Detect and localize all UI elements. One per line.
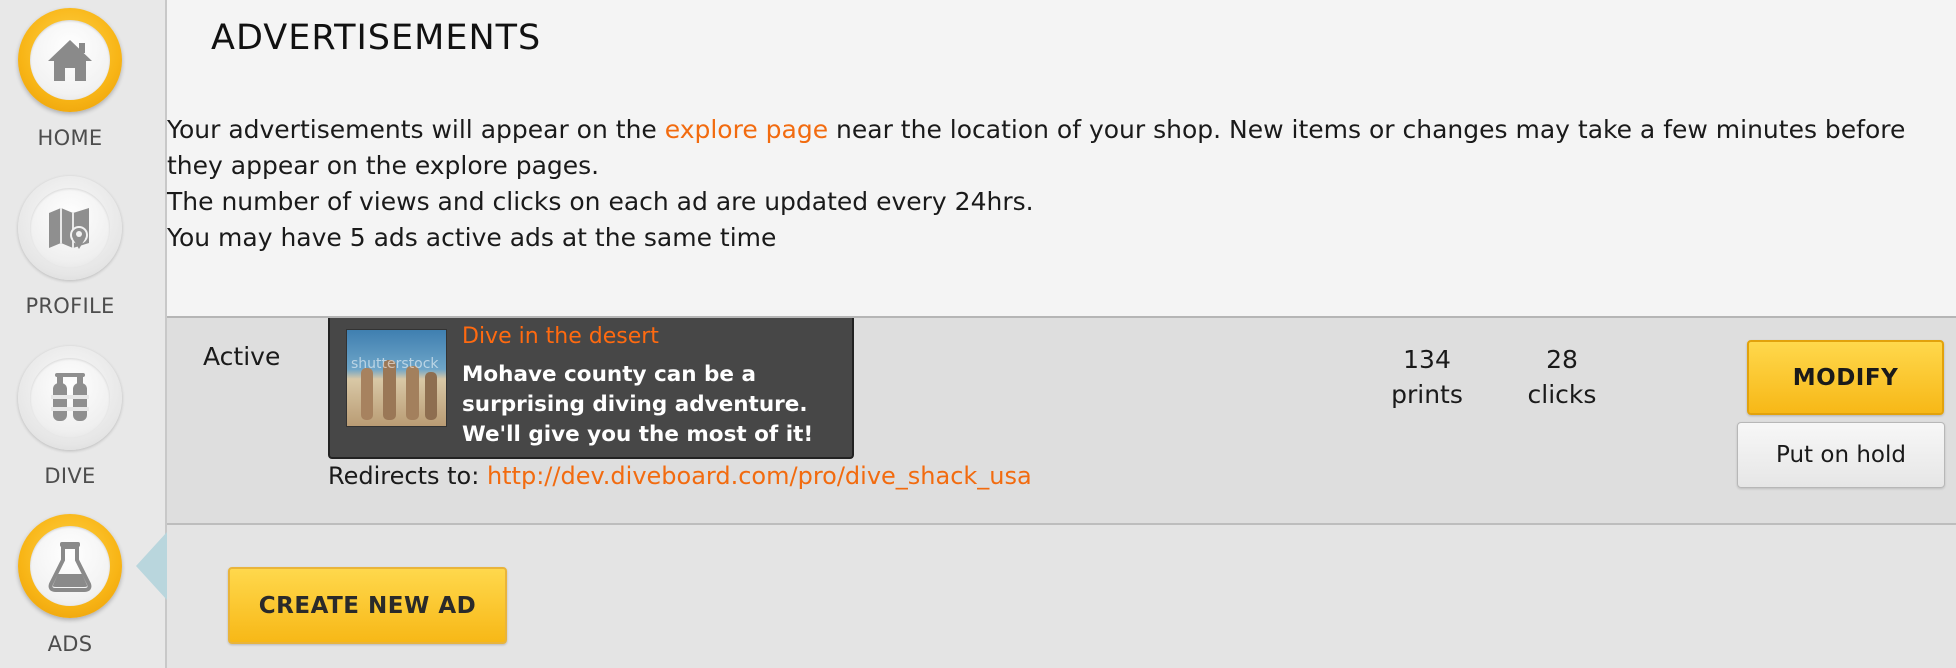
prints-label: prints bbox=[1391, 380, 1463, 409]
map-icon bbox=[49, 208, 89, 249]
ad-actions-area: CREATE NEW AD bbox=[167, 525, 1956, 668]
intro-line-1: Your advertisements will appear on the e… bbox=[167, 115, 1906, 180]
main-content: ADVERTISEMENTS Your advertisements will … bbox=[167, 0, 1956, 668]
sidebar-item-label: ADS bbox=[47, 632, 93, 656]
sidebar-item-profile[interactable]: PROFILE bbox=[0, 176, 140, 318]
explore-page-link[interactable]: explore page bbox=[665, 115, 828, 144]
ad-thumbnail-image: shutterstock bbox=[346, 329, 447, 427]
intro-line-2: The number of views and clicks on each a… bbox=[167, 187, 1034, 216]
sidebar-item-ads[interactable]: ADS bbox=[0, 514, 140, 656]
sidebar-item-label: DIVE bbox=[44, 464, 96, 488]
ad-row: Active shutterstock Dive in the desert M… bbox=[167, 316, 1956, 525]
clicks-label: clicks bbox=[1527, 380, 1597, 409]
sidebar-item-label: PROFILE bbox=[25, 294, 115, 318]
ad-title: Dive in the desert bbox=[462, 324, 659, 349]
intro-text: Your advertisements will appear on the e… bbox=[167, 112, 1956, 256]
clicks-count: 28 bbox=[1546, 345, 1578, 374]
ad-preview-card: shutterstock Dive in the desert Mohave c… bbox=[328, 318, 854, 459]
sidebar-item-label: HOME bbox=[37, 126, 103, 150]
ad-description: Mohave county can be a surprising diving… bbox=[462, 362, 814, 447]
ads-nav-circle bbox=[18, 514, 122, 618]
home-icon bbox=[48, 40, 92, 81]
modify-ad-button[interactable]: MODIFY bbox=[1747, 340, 1944, 415]
dive-nav-circle bbox=[18, 346, 122, 450]
ad-redirect: Redirects to: http://dev.diveboard.com/p… bbox=[328, 462, 1032, 490]
active-item-pointer bbox=[136, 532, 167, 600]
flask-icon bbox=[48, 542, 92, 592]
profile-nav-circle bbox=[18, 176, 122, 280]
scuba-tank-icon bbox=[51, 373, 89, 421]
sidebar: HOME PROFILE DIVE ADS bbox=[0, 0, 167, 668]
put-on-hold-button[interactable]: Put on hold bbox=[1737, 422, 1945, 488]
thumbnail-watermark: shutterstock bbox=[351, 356, 439, 372]
sidebar-item-home[interactable]: HOME bbox=[0, 8, 140, 150]
ad-prints-stat: 134 prints bbox=[1377, 342, 1477, 412]
intro-line-3: You may have 5 ads active ads at the sam… bbox=[167, 223, 777, 252]
create-new-ad-button[interactable]: CREATE NEW AD bbox=[228, 567, 507, 644]
home-nav-circle bbox=[18, 8, 122, 112]
prints-count: 134 bbox=[1403, 345, 1451, 374]
redirect-url-link[interactable]: http://dev.diveboard.com/pro/dive_shack_… bbox=[487, 462, 1032, 490]
ad-clicks-stat: 28 clicks bbox=[1517, 342, 1607, 412]
page-title: ADVERTISEMENTS bbox=[211, 18, 542, 58]
ad-status: Active bbox=[203, 342, 281, 371]
redirect-label: Redirects to: bbox=[328, 462, 480, 490]
sidebar-item-dive[interactable]: DIVE bbox=[0, 346, 140, 488]
